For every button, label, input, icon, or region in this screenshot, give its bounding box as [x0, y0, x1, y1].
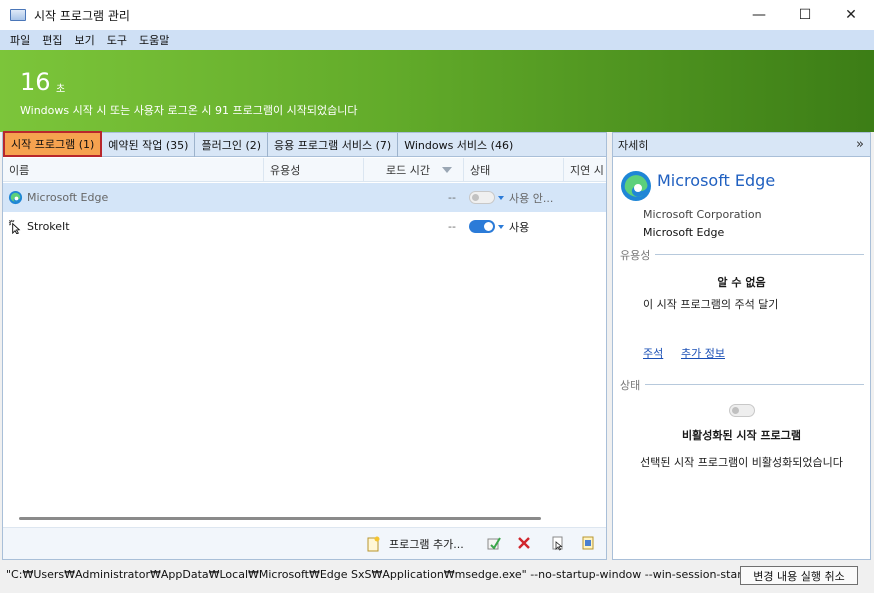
col-usefulness[interactable]: 유용성 [264, 158, 364, 182]
row-name: Microsoft Edge [27, 191, 109, 204]
expand-icon[interactable]: » [856, 137, 864, 152]
usefulness-section-label: 유용성 [620, 249, 651, 262]
comment-link[interactable]: 주석 [643, 345, 663, 361]
col-status-label: 상태 [470, 164, 491, 177]
startup-list-panel: 시작 프로그램 (1) 예약된 작업 (35) 플러그인 (2) 응용 프로그램… [2, 130, 607, 560]
col-usefulness-label: 유용성 [270, 164, 301, 177]
status-value: 비활성화된 시작 프로그램 [682, 429, 801, 442]
tab-app-services[interactable]: 응용 프로그램 서비스 (7) [268, 132, 399, 157]
tab-scheduled-tasks[interactable]: 예약된 작업 (35) [102, 132, 196, 157]
boot-summary: Windows 시작 시 또는 사용자 로그온 시 91 프로그램이 시작되었습… [20, 104, 358, 117]
horizontal-scrollbar[interactable] [19, 517, 541, 520]
add-program-button[interactable]: 프로그램 추가... [365, 534, 464, 554]
delete-icon[interactable] [515, 534, 533, 552]
add-program-label: 프로그램 추가... [389, 538, 464, 551]
table-row[interactable]: StrokeIt -- 사용 [3, 212, 606, 241]
comment-prompt: 이 시작 프로그램의 주석 달기 [643, 298, 779, 311]
row-status: 사용 [509, 220, 530, 234]
col-load-time-label: 로드 시간 [386, 164, 430, 177]
details-product: Microsoft Edge [643, 226, 725, 239]
close-button[interactable]: ✕ [828, 0, 874, 30]
status-description: 선택된 시작 프로그램이 비활성화되었습니다 [640, 456, 843, 469]
title-bar: 시작 프로그램 관리 — ☐ ✕ [0, 0, 874, 30]
sort-desc-icon [441, 167, 452, 173]
menu-bar: 파일 편집 보기 도구 도움말 [0, 30, 874, 50]
tab-startup-programs[interactable]: 시작 프로그램 (1) [3, 130, 103, 157]
col-name[interactable]: 이름 [3, 158, 264, 182]
category-tabs: 시작 프로그램 (1) 예약된 작업 (35) 플러그인 (2) 응용 프로그램… [3, 130, 606, 157]
section-divider [655, 254, 864, 255]
edge-logo-icon [621, 171, 651, 201]
minimize-button[interactable]: — [736, 0, 782, 30]
row-enable-toggle[interactable] [469, 220, 495, 233]
menu-help[interactable]: 도움말 [133, 32, 175, 48]
column-header: 이름 유용성 로드 시간 상태 지연 시 [3, 158, 606, 182]
tab-windows-services[interactable]: Windows 서비스 (46) [398, 133, 519, 157]
details-app-name: Microsoft Edge [657, 171, 776, 190]
more-info-link[interactable]: 추가 정보 [681, 345, 725, 361]
status-dropdown-icon[interactable] [498, 196, 504, 200]
col-name-label: 이름 [9, 164, 30, 177]
col-delay[interactable]: 지연 시 [564, 158, 606, 182]
details-enable-toggle[interactable] [729, 404, 755, 417]
usefulness-value: 알 수 없음 [717, 276, 766, 289]
boot-time-banner: 16 초 Windows 시작 시 또는 사용자 로그온 시 91 프로그램이 … [0, 50, 874, 132]
row-name: StrokeIt [27, 220, 70, 233]
menu-view[interactable]: 보기 [69, 32, 101, 48]
menu-edit[interactable]: 편집 [36, 32, 68, 48]
status-bar: "C:₩Users₩Administrator₩AppData₩Local₩Mi… [0, 562, 874, 593]
details-header-label: 자세히 [618, 138, 649, 152]
undo-changes-button[interactable]: 변경 내용 실행 취소 [740, 566, 858, 585]
section-divider [645, 384, 864, 385]
details-panel: 자세히 » Microsoft Edge Microsoft Corporati… [612, 132, 871, 560]
menu-tools[interactable]: 도구 [101, 32, 133, 48]
tab-plugins[interactable]: 플러그인 (2) [195, 132, 269, 157]
status-dropdown-icon[interactable] [498, 225, 504, 229]
properties-icon[interactable] [579, 534, 597, 552]
action-toolbar: 프로그램 추가... [3, 527, 606, 559]
row-enable-toggle[interactable] [469, 191, 495, 204]
edit-entry-icon[interactable] [485, 534, 503, 552]
edge-icon [8, 190, 23, 205]
maximize-button[interactable]: ☐ [782, 0, 828, 30]
col-delay-label: 지연 시 [570, 164, 604, 177]
window-title: 시작 프로그램 관리 [34, 8, 130, 23]
open-location-icon[interactable] [549, 534, 567, 552]
app-icon [10, 9, 26, 21]
window-controls: — ☐ ✕ [736, 0, 874, 30]
strokeit-icon [8, 219, 21, 234]
col-load-time[interactable]: 로드 시간 [364, 158, 464, 182]
menu-file[interactable]: 파일 [4, 32, 36, 48]
command-line: "C:₩Users₩Administrator₩AppData₩Local₩Mi… [6, 568, 747, 581]
row-load-time: -- [448, 191, 456, 204]
row-load-time: -- [448, 220, 456, 233]
col-status[interactable]: 상태 [464, 158, 564, 182]
add-program-icon [367, 536, 380, 552]
row-status: 사용 안... [509, 191, 554, 205]
boot-time-unit: 초 [56, 84, 66, 95]
boot-time-value: 16 [20, 68, 51, 96]
details-header: 자세히 » [613, 133, 870, 157]
table-row[interactable]: Microsoft Edge -- 사용 안... [3, 183, 606, 212]
status-section-label: 상태 [620, 379, 641, 392]
details-publisher: Microsoft Corporation [643, 208, 762, 221]
